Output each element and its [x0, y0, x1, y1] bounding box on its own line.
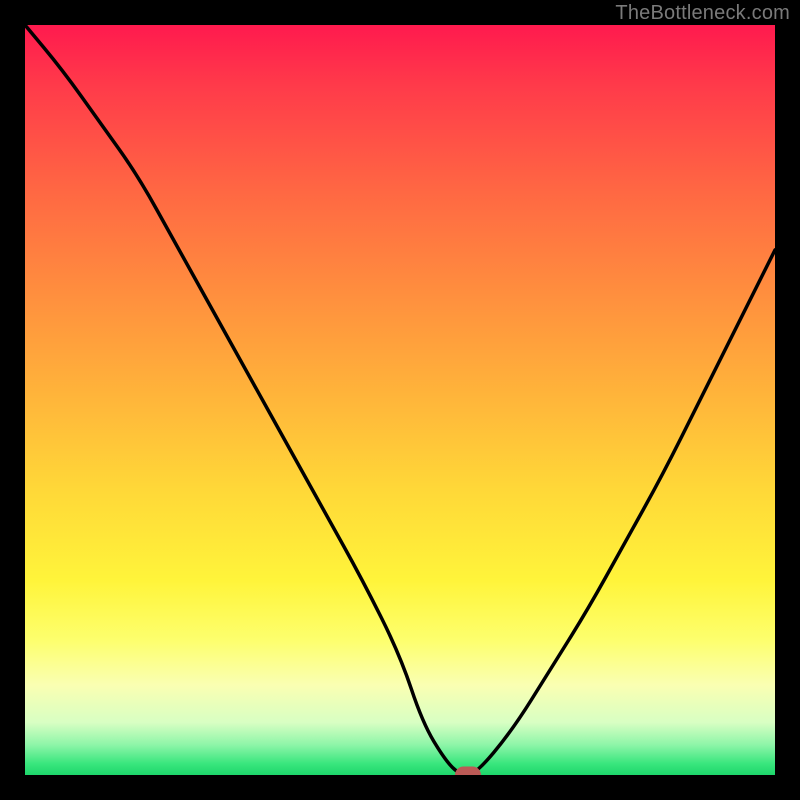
curve-path [25, 25, 775, 775]
watermark-text: TheBottleneck.com [615, 2, 790, 25]
optimal-point-marker [455, 767, 481, 776]
chart-frame: TheBottleneck.com [0, 0, 800, 800]
bottleneck-curve [25, 25, 775, 775]
plot-area [25, 25, 775, 775]
